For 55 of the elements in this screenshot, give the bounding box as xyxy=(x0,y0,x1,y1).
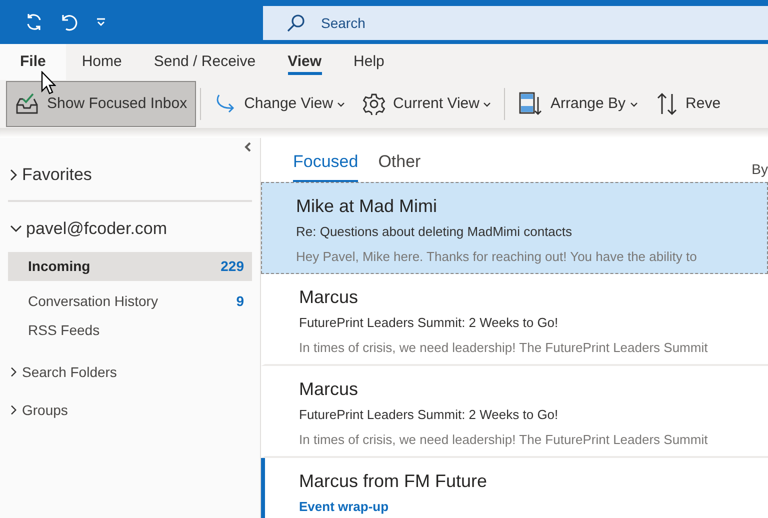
message-row[interactable]: Marcus from FM Future Event wrap-up xyxy=(261,458,768,518)
subject-line: Re: Questions about deleting MadMimi contacts xyxy=(296,223,572,241)
focused-inbox-toggle[interactable]: Show Focused Inbox xyxy=(6,81,196,127)
sort-label[interactable]: By xyxy=(752,159,768,180)
search-placeholder: Search xyxy=(321,14,366,32)
arrange-icon xyxy=(518,91,542,117)
folder-item[interactable]: Incoming 229 xyxy=(8,252,252,281)
folder-section[interactable]: Favorites xyxy=(8,152,92,198)
dropdown-button[interactable]: Change View xyxy=(205,81,354,127)
subject-line: Event wrap-up xyxy=(299,498,389,516)
caret-icon xyxy=(483,102,492,106)
folder-group[interactable]: Groups xyxy=(8,391,68,429)
preview-text: In times of crisis, we need leadership! The FuturePrint Leaders Summit xyxy=(299,338,708,357)
toolbar-button[interactable]: Reve xyxy=(646,81,730,127)
ribbon-tab[interactable]: Home xyxy=(66,44,138,80)
collapse-icon[interactable] xyxy=(244,142,252,152)
chevron-right-icon xyxy=(10,367,18,377)
inbox-check-icon xyxy=(15,93,39,115)
folder-group[interactable]: Search Folders xyxy=(8,353,117,391)
mouse-cursor-icon xyxy=(41,71,56,95)
search-field[interactable]: Search xyxy=(263,6,768,40)
sort-arrows-icon xyxy=(656,92,678,116)
undo-icon[interactable] xyxy=(60,12,80,32)
ribbon-tab[interactable]: View xyxy=(272,44,338,80)
subject-line: FuturePrint Leaders Summit: 2 Weeks to Go! xyxy=(299,314,558,332)
curved-arrow-icon xyxy=(214,93,236,115)
folder-section[interactable]: pavel@fcoder.com xyxy=(8,206,168,252)
customize-caret-icon[interactable] xyxy=(96,18,106,26)
folder-item[interactable]: RSS Feeds xyxy=(8,316,252,345)
chevron-right-icon xyxy=(10,405,18,415)
chevron-down-icon xyxy=(10,225,22,233)
sender-name: Marcus xyxy=(299,378,358,401)
subject-line: FuturePrint Leaders Summit: 2 Weeks to Go! xyxy=(299,406,558,424)
unread-count: 9 xyxy=(236,292,244,311)
caret-icon xyxy=(630,102,638,106)
sender-name: Marcus from FM Future xyxy=(299,470,488,493)
message-row[interactable]: Mike at Mad Mimi Re: Questions about deleting MadMimi contacts Hey Pavel, Mike here. Thanks for reaching out! You have the ability to xyxy=(261,182,768,274)
preview-text: Hey Pavel, Mike here. Thanks for reaching out! You have the ability to xyxy=(296,248,697,266)
unread-count: 229 xyxy=(220,257,244,276)
message-row[interactable]: Marcus FuturePrint Leaders Summit: 2 Weeks to Go! In times of crisis, we need leadership! The FuturePrint Leaders Summit xyxy=(261,274,768,366)
ribbon-tab[interactable]: Send / Receive xyxy=(138,44,272,80)
dropdown-button[interactable]: Current View xyxy=(354,81,500,127)
preview-text: In times of crisis, we need leadership! The FuturePrint Leaders Summit xyxy=(299,430,708,449)
gear-icon xyxy=(363,93,386,115)
sender-name: Marcus xyxy=(299,286,358,309)
file-tab[interactable]: File xyxy=(0,44,66,80)
message-row[interactable]: Marcus FuturePrint Leaders Summit: 2 Weeks to Go! In times of crisis, we need leadership! The FuturePrint Leaders Summit xyxy=(261,366,768,458)
dropdown-button[interactable]: Arrange By xyxy=(509,81,647,127)
folder-item[interactable]: Conversation History 9 xyxy=(8,287,252,316)
caret-icon xyxy=(337,102,346,106)
inbox-tab[interactable]: Other xyxy=(378,148,421,182)
ribbon-tab[interactable]: Help xyxy=(338,44,400,80)
chevron-right-icon xyxy=(10,169,18,181)
search-icon xyxy=(287,14,305,32)
sender-name: Mike at Mad Mimi xyxy=(296,195,438,218)
